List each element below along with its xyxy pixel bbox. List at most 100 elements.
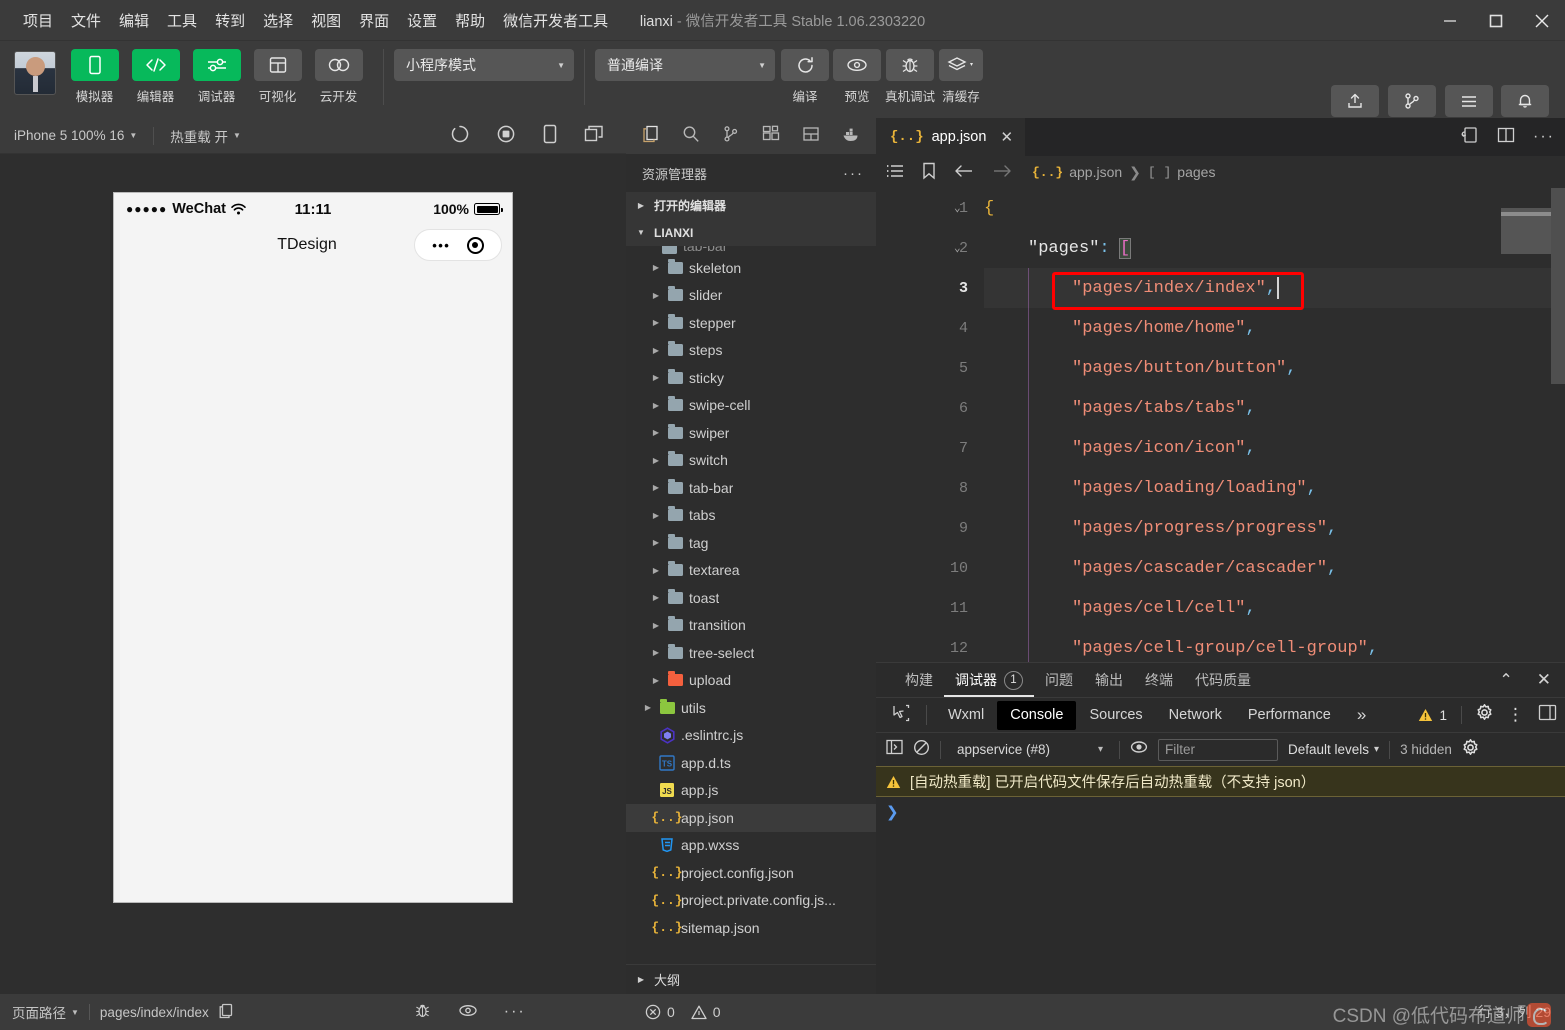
hot-reload-select[interactable]: 热重载 开 ▼ [170, 126, 241, 146]
tree-row-app-wxss[interactable]: app.wxss [626, 832, 876, 860]
toolbar-action-preview[interactable]: 预览 [833, 49, 881, 105]
split-preview-icon[interactable] [1460, 126, 1479, 149]
toolbar-button-visual[interactable]: 可视化 [251, 49, 304, 105]
devtools-tab-console[interactable]: Console [997, 701, 1076, 730]
explorer-section-open-editors[interactable]: ▶ 打开的编辑器 [626, 192, 876, 219]
tree-row-tabs[interactable]: ▶ tabs [626, 502, 876, 530]
tree-row-sticky[interactable]: ▶ sticky [626, 364, 876, 392]
record-stop-icon[interactable] [496, 124, 516, 147]
breadcrumb-item-file[interactable]: {..} app.json [1032, 164, 1122, 180]
tree-row-stepper[interactable]: ▶ stepper [626, 309, 876, 337]
status-bar-diagnostics[interactable]: 0 0 [645, 1004, 721, 1020]
code-line[interactable]: "pages/home/home", [984, 308, 1565, 348]
docker-icon[interactable] [842, 126, 862, 147]
eye-icon[interactable] [458, 1004, 478, 1020]
toolbar-action-clearcache[interactable]: 清缓存 [939, 49, 983, 105]
tree-row-steps[interactable]: ▶ steps [626, 337, 876, 365]
toolbar-button-debugger[interactable]: 调试器 [190, 49, 243, 105]
console-levels-select[interactable]: Default levels ▾ [1288, 742, 1379, 757]
fold-chevron-down-icon[interactable]: ⌄ [954, 241, 961, 255]
code-line[interactable]: "pages/cell/cell", [984, 588, 1565, 628]
toolbar-button-editor[interactable]: 编辑器 [129, 49, 182, 105]
toolbar-button-cloud[interactable]: 云开发 [312, 49, 365, 105]
gear-icon[interactable] [1476, 704, 1493, 726]
panel-tab-debugger[interactable]: 调试器 1 [944, 663, 1034, 697]
menu-item-goto[interactable]: 转到 [206, 6, 254, 35]
menu-item-edit[interactable]: 编辑 [110, 6, 158, 35]
compile-mode-select[interactable]: 普通编译 ▼ [595, 49, 775, 81]
minimap[interactable] [1501, 188, 1551, 662]
chevron-up-icon[interactable]: ⌃ [1499, 670, 1512, 690]
tree-row-project-private-config[interactable]: {..} project.private.config.js... [626, 887, 876, 915]
tree-row-swiper[interactable]: ▶ swiper [626, 419, 876, 447]
code-line[interactable]: "pages/tabs/tabs", [984, 388, 1565, 428]
outline-list-icon[interactable] [886, 164, 904, 181]
detach-window-icon[interactable] [584, 125, 604, 146]
wechat-capsule[interactable]: ••• [414, 229, 502, 261]
code-line[interactable]: "pages/cell-group/cell-group", [984, 628, 1565, 662]
fold-chevron-down-icon[interactable]: ⌄ [954, 201, 961, 215]
tree-row-tag[interactable]: ▶ tag [626, 529, 876, 557]
ellipsis-icon[interactable]: ··· [504, 1003, 526, 1021]
files-icon[interactable] [642, 125, 660, 148]
panel-tab-build[interactable]: 构建 [894, 663, 944, 697]
close-icon[interactable]: ✕ [1000, 128, 1013, 146]
tree-row-clipped[interactable]: tab-bar [626, 246, 876, 254]
code-line[interactable]: "pages/progress/progress", [984, 508, 1565, 548]
dock-panel-icon[interactable] [1538, 704, 1557, 726]
close-button[interactable] [1519, 0, 1565, 41]
panel-tab-codequality[interactable]: 代码质量 [1184, 663, 1262, 697]
tree-row-sitemap[interactable]: {..} sitemap.json [626, 914, 876, 942]
bug-icon[interactable] [413, 1001, 432, 1023]
device-select[interactable]: iPhone 5 100% 16 ▼ [14, 128, 137, 143]
clear-console-icon[interactable] [913, 739, 930, 761]
tree-row-textarea[interactable]: ▶ textarea [626, 557, 876, 585]
tree-row-upload[interactable]: ▶ upload [626, 667, 876, 695]
maximize-button[interactable] [1473, 0, 1519, 41]
warning-count[interactable]: 0 [691, 1004, 721, 1020]
menu-item-settings[interactable]: 设置 [398, 6, 446, 35]
tree-row-app-json[interactable]: {..} app.json [626, 804, 876, 832]
console-input-prompt[interactable]: ❯ [876, 797, 1565, 827]
inspect-element-icon[interactable] [884, 704, 918, 727]
tree-row-skeleton[interactable]: ▶ skeleton [626, 254, 876, 282]
code-line[interactable]: "pages/cascader/cascader", [984, 548, 1565, 588]
cursor-position[interactable]: 行 3，列 29 [1478, 1002, 1551, 1022]
code-line[interactable]: "pages/icon/icon", [984, 428, 1565, 468]
extensions-icon[interactable] [762, 125, 780, 148]
console-context-select[interactable]: appservice (#8) ▾ [951, 739, 1109, 761]
menu-item-view[interactable]: 视图 [302, 6, 350, 35]
console-message-warning[interactable]: [自动热重载] 已开启代码文件保存后自动热重载（不支持 json） [876, 766, 1565, 797]
breadcrumb-item-pages[interactable]: [ ] pages [1148, 164, 1216, 180]
tree-row-tab-bar[interactable]: ▶ tab-bar [626, 474, 876, 502]
error-count[interactable]: 0 [645, 1004, 675, 1020]
panel-tab-terminal[interactable]: 终端 [1134, 663, 1184, 697]
ellipsis-icon[interactable]: ··· [843, 165, 864, 182]
bookmark-icon[interactable] [922, 162, 936, 183]
tree-row-app-js[interactable]: JS app.js [626, 777, 876, 805]
capsule-more-icon[interactable]: ••• [432, 239, 450, 252]
live-expression-icon[interactable] [1130, 740, 1148, 759]
code-line[interactable]: { [984, 188, 1565, 228]
menu-item-select[interactable]: 选择 [254, 6, 302, 35]
forward-arrow-icon[interactable] [992, 164, 1012, 181]
code-lines[interactable]: { "pages": [ "pages/index/index", "pages… [984, 188, 1565, 662]
tree-row-tree-select[interactable]: ▶ tree-select [626, 639, 876, 667]
kebab-menu-icon[interactable]: ⋮ [1507, 710, 1524, 720]
console-output[interactable]: [自动热重载] 已开启代码文件保存后自动热重载（不支持 json） ❯ [876, 766, 1565, 994]
tree-row-app-d-ts[interactable]: TS app.d.ts [626, 749, 876, 777]
ellipsis-icon[interactable]: ··· [1533, 128, 1555, 146]
copy-icon[interactable] [219, 1003, 233, 1022]
menu-item-interface[interactable]: 界面 [350, 6, 398, 35]
tree-row-eslintrc[interactable]: .eslintrc.js [626, 722, 876, 750]
devtools-tab-wxml[interactable]: Wxml [935, 701, 997, 730]
explorer-section-lianxi[interactable]: ▼ LIANXI [626, 219, 876, 246]
refresh-circle-icon[interactable] [450, 124, 470, 147]
tree-row-transition[interactable]: ▶ transition [626, 612, 876, 640]
explorer-section-outline[interactable]: ▶ 大纲 [626, 964, 876, 994]
minimize-button[interactable] [1427, 0, 1473, 41]
tree-row-switch[interactable]: ▶ switch [626, 447, 876, 475]
console-sidebar-icon[interactable] [886, 739, 903, 760]
split-editor-icon[interactable] [1497, 127, 1515, 148]
code-line[interactable]: "pages/button/button", [984, 348, 1565, 388]
